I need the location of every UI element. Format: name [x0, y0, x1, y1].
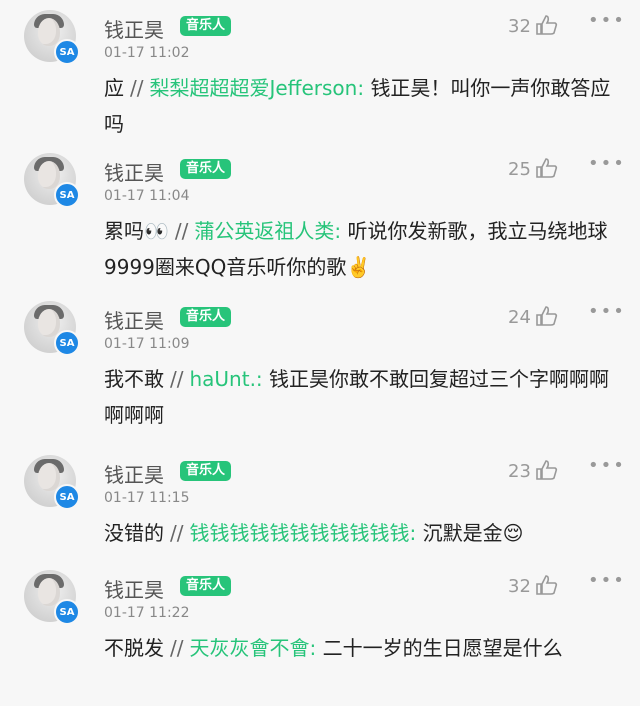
avatar-face [38, 463, 60, 491]
mentioned-user[interactable]: 蒲公英返祖人类: [194, 219, 341, 243]
thumbs-up-icon[interactable] [535, 574, 559, 596]
avatar-face [38, 18, 60, 46]
like-count: 25 [508, 159, 531, 180]
musician-badge: 音乐人 [180, 576, 232, 596]
comment-username[interactable]: 钱正昊 [104, 14, 164, 43]
comment-body: 我不敢//haUnt.: 钱正昊你敢不敢回复超过三个字啊啊啊啊啊啊 [104, 361, 619, 433]
avatar[interactable]: SA [24, 455, 80, 510]
more-dots-icon[interactable]: ••• [588, 10, 626, 31]
reply-text: 我不敢 [104, 367, 164, 391]
musician-badge: 音乐人 [180, 16, 232, 36]
more-dots-icon[interactable]: ••• [588, 570, 626, 591]
avatar-face [38, 161, 60, 189]
avatar[interactable]: SA [24, 153, 80, 208]
like-count: 32 [508, 576, 531, 597]
comment-item: SA 钱正昊 音乐人 01-17 11:09 24 ••• 我不敢//haUnt… [0, 291, 640, 436]
comment-username[interactable]: 钱正昊 [104, 157, 164, 186]
comment-time: 01-17 11:15 [104, 490, 190, 506]
avatar-badge-icon: SA [54, 39, 80, 65]
comment-item: SA 钱正昊 音乐人 01-17 11:02 32 ••• 应//梨梨超超超爱J… [0, 0, 640, 145]
comment-body: 应//梨梨超超超爱Jefferson: 钱正昊！叫你一声你敢答应吗 [104, 70, 619, 142]
avatar-badge-icon: SA [54, 330, 80, 356]
comment-item: SA 钱正昊 音乐人 01-17 11:22 32 ••• 不脱发//天灰灰會不… [0, 560, 640, 705]
avatar-badge-icon: SA [54, 484, 80, 510]
comment-time: 01-17 11:02 [104, 45, 190, 61]
comment-username[interactable]: 钱正昊 [104, 574, 164, 603]
comment-time: 01-17 11:04 [104, 188, 190, 204]
like-count: 23 [508, 461, 531, 482]
like-count: 32 [508, 16, 531, 37]
thumbs-up-icon[interactable] [535, 157, 559, 179]
reply-separator: // [174, 219, 189, 243]
like-count: 24 [508, 307, 531, 328]
thumbs-up-icon[interactable] [535, 14, 559, 36]
musician-badge: 音乐人 [180, 307, 232, 327]
mentioned-user[interactable]: haUnt.: [189, 367, 262, 391]
musician-badge: 音乐人 [180, 461, 232, 481]
comment-time: 01-17 11:09 [104, 336, 190, 352]
comment-item: SA 钱正昊 音乐人 01-17 11:04 25 ••• 累吗👀//蒲公英返祖… [0, 143, 640, 288]
reply-separator: // [130, 76, 144, 100]
reply-separator: // [170, 636, 184, 660]
reply-text: 应 [104, 76, 124, 100]
reply-separator: // [170, 521, 184, 545]
reply-text: 不脱发 [104, 636, 164, 660]
mentioned-user[interactable]: 梨梨超超超爱Jefferson: [149, 76, 364, 100]
comment-body: 不脱发//天灰灰會不會: 二十一岁的生日愿望是什么 [104, 630, 619, 666]
avatar[interactable]: SA [24, 301, 80, 356]
avatar-face [38, 309, 60, 337]
mentioned-user[interactable]: 天灰灰會不會: [189, 636, 316, 660]
mentioned-user[interactable]: 钱钱钱钱钱钱钱钱钱钱钱: [189, 521, 416, 545]
comment-body: 没错的//钱钱钱钱钱钱钱钱钱钱钱: 沉默是金😌 [104, 515, 619, 551]
quoted-text: 沉默是金😌 [422, 521, 524, 545]
more-dots-icon[interactable]: ••• [588, 153, 626, 174]
more-dots-icon[interactable]: ••• [588, 455, 626, 476]
comment-feed: SA 钱正昊 音乐人 01-17 11:02 32 ••• 应//梨梨超超超爱J… [0, 0, 640, 706]
comment-time: 01-17 11:22 [104, 605, 190, 621]
reply-text: 没错的 [104, 521, 164, 545]
musician-badge: 音乐人 [180, 159, 232, 179]
comment-username[interactable]: 钱正昊 [104, 459, 164, 488]
avatar[interactable]: SA [24, 570, 80, 625]
quoted-text: 二十一岁的生日愿望是什么 [322, 636, 563, 660]
reply-text: 累吗👀 [104, 219, 169, 243]
reply-separator: // [170, 367, 184, 391]
comment-body: 累吗👀//蒲公英返祖人类: 听说你发新歌，我立马绕地球9999圈来QQ音乐听你的… [104, 213, 619, 285]
avatar-face [38, 578, 60, 606]
avatar-badge-icon: SA [54, 182, 80, 208]
thumbs-up-icon[interactable] [535, 305, 559, 327]
more-dots-icon[interactable]: ••• [588, 301, 626, 322]
avatar[interactable]: SA [24, 10, 80, 65]
thumbs-up-icon[interactable] [535, 459, 559, 481]
avatar-badge-icon: SA [54, 599, 80, 625]
comment-username[interactable]: 钱正昊 [104, 305, 164, 334]
